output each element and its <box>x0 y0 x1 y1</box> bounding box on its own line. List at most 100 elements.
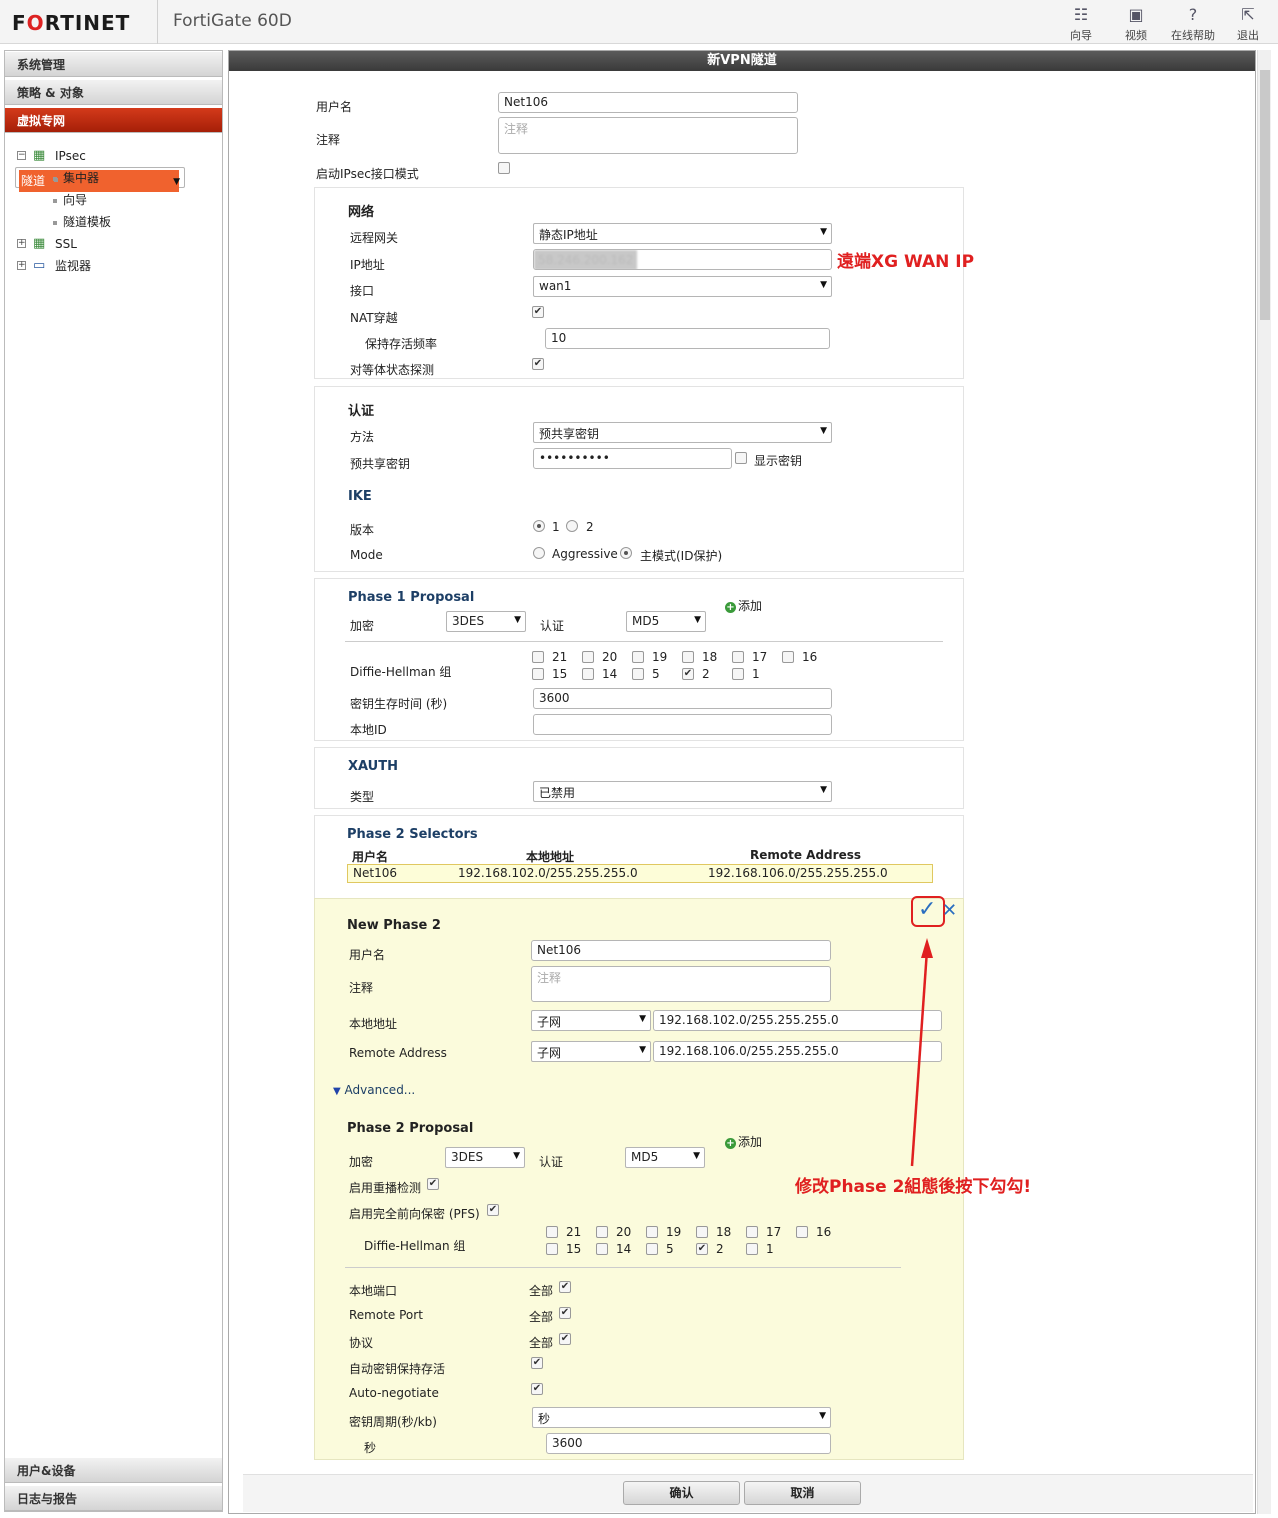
dh-group-checkbox[interactable] <box>682 651 694 663</box>
logout-button[interactable]: ⇱ 退出 <box>1228 4 1268 43</box>
dh-group-checkbox[interactable] <box>582 668 594 680</box>
ok-button[interactable]: 确认 <box>623 1481 740 1505</box>
dh-group-checkbox[interactable]: ✔ <box>682 668 694 680</box>
dh-group-checkbox[interactable] <box>596 1243 608 1255</box>
remoteport-all-checkbox[interactable]: ✔ <box>559 1307 571 1319</box>
phase1-enc-select[interactable]: 3DES <box>446 611 526 632</box>
p2-sec-input[interactable]: 3600 <box>546 1433 831 1454</box>
method-select[interactable]: 预共享密钥 <box>533 422 832 443</box>
tree-item-tunnel-template[interactable]: 隧道模板 <box>15 211 222 233</box>
phase1-auth-select[interactable]: MD5 <box>626 611 706 632</box>
advanced-toggle[interactable]: ▼ Advanced... <box>333 1083 415 1097</box>
version-2-radio[interactable] <box>566 520 578 532</box>
dh-group-checkbox[interactable] <box>796 1226 808 1238</box>
p2-remote-type-select[interactable]: 子网 <box>531 1041 651 1062</box>
p2-name-input[interactable]: Net106 <box>531 940 831 961</box>
autokey-checkbox[interactable]: ✔ <box>531 1357 543 1369</box>
tree-node-monitor[interactable]: + ▭ 监视器 <box>15 255 222 277</box>
tree-node-ipsec[interactable]: − ▦ IPsec <box>15 145 222 167</box>
wizard-button[interactable]: ☷ 向导 <box>1061 4 1101 43</box>
aggressive-radio[interactable] <box>533 547 545 559</box>
ipsec-icon: ▦ <box>33 148 46 163</box>
row-local: 192.168.102.0/255.255.255.0 <box>458 866 638 880</box>
dh-group-checkbox[interactable] <box>646 1226 658 1238</box>
p2-remote-input[interactable]: 192.168.106.0/255.255.255.0 <box>653 1041 942 1062</box>
phase1-add-link[interactable]: + 添加 <box>725 597 762 614</box>
dh-group-checkbox[interactable] <box>582 651 594 663</box>
dh-group-label: 19 <box>652 650 668 664</box>
p2-sec-label: 秒 <box>364 1441 377 1455</box>
comment-textarea[interactable]: 注释 <box>498 117 798 154</box>
version-1-radio[interactable] <box>533 520 545 532</box>
tree-item-wizard[interactable]: 向导 <box>15 189 222 211</box>
dh-group-checkbox[interactable] <box>532 651 544 663</box>
help-button[interactable]: ? 在线帮助 <box>1166 4 1220 43</box>
ipsec-interface-label: 启动IPsec接口模式 <box>316 167 419 181</box>
dh-group-checkbox[interactable] <box>732 668 744 680</box>
localid-input[interactable] <box>533 714 832 735</box>
dh-group-checkbox[interactable] <box>696 1226 708 1238</box>
sidebar-section-users[interactable]: 用户&设备 <box>5 1457 222 1483</box>
dh-group-label: 21 <box>566 1225 582 1239</box>
dh-group-checkbox[interactable] <box>596 1226 608 1238</box>
cancel-button[interactable]: 取消 <box>744 1481 861 1505</box>
help-icon: ? <box>1188 5 1198 24</box>
dh-group-checkbox[interactable] <box>646 1243 658 1255</box>
interface-select[interactable]: wan1 <box>533 276 832 297</box>
p2-enc-select[interactable]: 3DES <box>445 1147 525 1168</box>
dpd-checkbox[interactable]: ✔ <box>532 358 544 370</box>
expand-icon[interactable]: + <box>17 239 26 248</box>
video-button[interactable]: ▣ 视频 <box>1116 4 1156 43</box>
aggressive-label: Aggressive <box>552 547 618 561</box>
protocol-all-checkbox[interactable]: ✔ <box>559 1333 571 1345</box>
dh-group-checkbox[interactable] <box>546 1243 558 1255</box>
autoneg-checkbox[interactable]: ✔ <box>531 1383 543 1395</box>
vpn-tree: −▦IPsec 隧道 集中器 向导 隧道模板 +▦SSL +▭监视器 <box>5 135 222 277</box>
localid-label: 本地ID <box>350 723 387 737</box>
dh-group-checkbox[interactable] <box>746 1243 758 1255</box>
p2-keylife-select[interactable]: 秒 <box>532 1407 831 1428</box>
p2-local-input[interactable]: 192.168.102.0/255.255.255.0 <box>653 1010 942 1031</box>
p2-comment-textarea[interactable]: 注释 <box>531 966 831 1002</box>
video-icon: ▣ <box>1128 5 1144 24</box>
sidebar-section-policy[interactable]: 策略 & 对象 <box>5 79 222 105</box>
name-input[interactable]: Net106 <box>498 92 798 113</box>
xauth-type-select[interactable]: 已禁用 <box>533 781 832 802</box>
version-2-label: 2 <box>586 520 594 534</box>
scrollbar[interactable] <box>1257 50 1271 1514</box>
p2-auth-select[interactable]: MD5 <box>625 1147 705 1168</box>
replay-checkbox[interactable]: ✔ <box>427 1178 439 1190</box>
collapse-icon[interactable]: − <box>17 151 26 160</box>
dh-group-checkbox[interactable] <box>732 651 744 663</box>
sidebar-section-vpn[interactable]: 虚拟专网 <box>5 107 222 133</box>
dh-group-checkbox[interactable] <box>632 668 644 680</box>
show-key-checkbox[interactable] <box>735 452 747 464</box>
tree-item-concentrator[interactable]: 集中器 <box>15 167 222 189</box>
ip-input[interactable]: 58.246.200.162 <box>533 249 832 270</box>
dh-group-checkbox[interactable] <box>546 1226 558 1238</box>
dh-group-checkbox[interactable] <box>532 668 544 680</box>
dh-group-checkbox[interactable] <box>782 651 794 663</box>
dh-group-checkbox[interactable]: ✔ <box>696 1243 708 1255</box>
confirm-check-icon[interactable]: ✓ <box>918 897 936 922</box>
dh-group-checkbox[interactable] <box>632 651 644 663</box>
p2-local-type-select[interactable]: 子网 <box>531 1010 651 1031</box>
monitor-icon: ▭ <box>33 258 46 273</box>
pfs-checkbox[interactable]: ✔ <box>487 1204 499 1216</box>
main-mode-radio[interactable] <box>620 547 632 559</box>
cancel-x-icon[interactable]: ✕ <box>942 900 957 921</box>
nat-checkbox[interactable]: ✔ <box>532 306 544 318</box>
psk-input[interactable]: •••••••••• <box>533 448 732 469</box>
sidebar-section-system[interactable]: 系统管理 <box>5 51 222 77</box>
tree-node-ssl[interactable]: + ▦ SSL <box>15 233 222 255</box>
localport-all-checkbox[interactable]: ✔ <box>559 1281 571 1293</box>
expand-icon[interactable]: + <box>17 261 26 270</box>
phase1-keylife-input[interactable]: 3600 <box>533 688 832 709</box>
dh-group-checkbox[interactable] <box>746 1226 758 1238</box>
ipsec-interface-checkbox[interactable] <box>498 162 510 174</box>
gateway-select[interactable]: 静态IP地址 <box>533 223 832 244</box>
keepalive-input[interactable]: 10 <box>545 328 830 349</box>
sidebar-section-logs[interactable]: 日志与报告 <box>5 1485 222 1511</box>
phase2-add-link[interactable]: + 添加 <box>725 1133 762 1150</box>
dh-group-label: 18 <box>716 1225 732 1239</box>
